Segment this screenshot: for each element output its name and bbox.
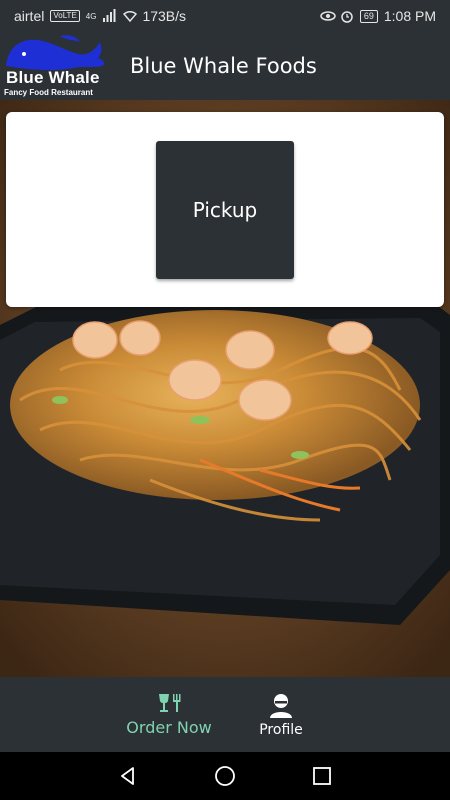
status-time: 1:08 PM (383, 8, 436, 24)
network-badge: 4G (85, 11, 97, 21)
status-bar: airtel VoLTE 4G 173B/s 69 1:08 PM (0, 0, 450, 32)
nav-label-profile: Profile (259, 721, 303, 738)
bottom-navigation: Order Now Profile (0, 677, 450, 752)
pickup-button[interactable]: Pickup (156, 141, 294, 279)
nav-item-order-now[interactable]: Order Now (113, 677, 225, 752)
home-icon[interactable] (214, 765, 236, 787)
recents-icon[interactable] (312, 766, 332, 786)
app-title: Blue Whale Foods (130, 54, 317, 78)
network-speed: 173B/s (142, 8, 187, 24)
app-logo: Blue Whale Fancy Food Restaurant (2, 32, 110, 100)
app-bar: Blue Whale Fancy Food Restaurant Blue Wh… (0, 32, 450, 100)
pickup-card: Pickup (6, 112, 444, 307)
alarm-icon (340, 9, 354, 23)
back-icon[interactable] (118, 766, 138, 786)
wifi-icon (122, 9, 138, 23)
battery-indicator: 69 (359, 9, 378, 23)
logo-name: Blue Whale (6, 68, 100, 87)
logo-tagline: Fancy Food Restaurant (4, 88, 93, 97)
nav-item-profile[interactable]: Profile (225, 677, 337, 752)
person-icon (270, 693, 292, 718)
eye-icon (320, 9, 336, 23)
volte-badge: VoLTE (50, 10, 80, 22)
system-navigation-bar (0, 752, 450, 800)
nav-label-order-now: Order Now (126, 718, 212, 737)
carrier-label: airtel (14, 8, 45, 24)
glass-fork-icon (159, 694, 181, 712)
signal-icon (102, 9, 116, 23)
